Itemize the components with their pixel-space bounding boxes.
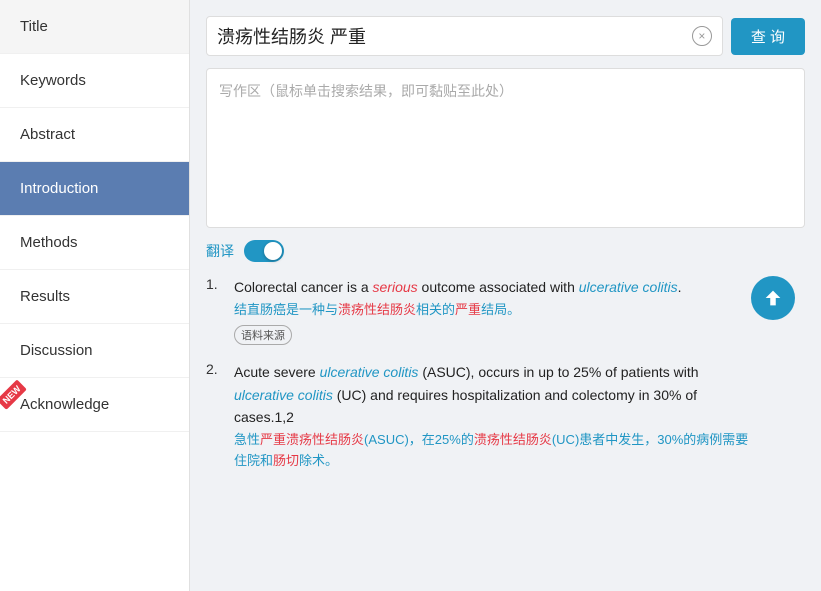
sidebar-item-acknowledge[interactable]: NEWAcknowledge <box>0 378 189 432</box>
sidebar-item-methods[interactable]: Methods <box>0 216 189 270</box>
search-bar: 溃疡性结肠炎 严重 × 查 询 <box>206 16 805 56</box>
italic-blue-text: ulcerative colitis <box>320 364 419 380</box>
sidebar-item-label: Acknowledge <box>20 396 109 413</box>
italic-blue-text: ulcerative colitis <box>579 279 678 295</box>
writing-placeholder: 写作区（鼠标单击搜索结果，即可黏贴至此处） <box>219 83 513 99</box>
sidebar: Title Keywords Abstract Introduction Methods… <box>0 0 190 591</box>
results-list: 1. Colorectal cancer is a serious outcom… <box>206 276 805 472</box>
translate-label: 翻译 <box>206 241 234 261</box>
zh-highlight4: 溃疡性结肠炎 <box>474 432 552 447</box>
zh-highlight5: 肠切 <box>273 453 299 468</box>
search-button[interactable]: 查 询 <box>731 18 805 55</box>
result-num: 2. <box>206 361 218 377</box>
source-tag[interactable]: 语料来源 <box>234 321 805 345</box>
sidebar-item-discussion[interactable]: Discussion <box>0 324 189 378</box>
sidebar-item-label: Keywords <box>20 72 86 89</box>
result-item: 2. Acute severe ulcerative colitis (ASUC… <box>206 361 805 472</box>
result-en-text: Acute severe ulcerative colitis (ASUC), … <box>234 361 755 428</box>
result-zh-text: 急性严重溃疡性结肠炎(ASUC)，在25%的溃疡性结肠炎(UC)患者中发生，30… <box>234 430 755 472</box>
translate-row: 翻译 <box>206 240 805 262</box>
sidebar-item-title[interactable]: Title <box>0 0 189 54</box>
up-arrow-button[interactable] <box>751 276 795 320</box>
sidebar-item-keywords[interactable]: Keywords <box>0 54 189 108</box>
italic-red-text: serious <box>373 279 418 295</box>
search-clear-button[interactable]: × <box>692 26 712 46</box>
sidebar-item-label: Introduction <box>20 180 98 197</box>
sidebar-item-results[interactable]: Results <box>0 270 189 324</box>
sidebar-item-label: Abstract <box>20 126 75 143</box>
zh-highlight3: 严重溃疡性结肠炎 <box>260 432 364 447</box>
search-input-wrapper: 溃疡性结肠炎 严重 × <box>206 16 723 56</box>
sidebar-item-label: Discussion <box>20 342 93 359</box>
italic-blue-text2: ulcerative colitis <box>234 387 333 403</box>
sidebar-item-abstract[interactable]: Abstract <box>0 108 189 162</box>
result-item: 1. Colorectal cancer is a serious outcom… <box>206 276 805 345</box>
sidebar-item-label: Methods <box>20 234 78 251</box>
sidebar-item-label: Title <box>20 18 48 35</box>
result-num: 1. <box>206 276 218 292</box>
result-zh-text: 结直肠癌是一种与溃疡性结肠炎相关的严重结局。 <box>234 300 805 321</box>
translate-toggle[interactable] <box>244 240 284 262</box>
main-content: 溃疡性结肠炎 严重 × 查 询 写作区（鼠标单击搜索结果，即可黏贴至此处） 翻译… <box>190 0 821 591</box>
source-tag-label: 语料来源 <box>234 325 292 345</box>
sidebar-item-label: Results <box>20 288 70 305</box>
search-query: 溃疡性结肠炎 严重 <box>217 23 692 49</box>
zh-highlight: 溃疡性结肠炎 <box>338 302 416 317</box>
toggle-knob <box>264 242 282 260</box>
arrow-up-icon <box>762 287 784 309</box>
zh-highlight2: 严重 <box>455 302 481 317</box>
result-en-text: Colorectal cancer is a serious outcome a… <box>234 276 805 298</box>
sidebar-item-introduction[interactable]: Introduction <box>0 162 189 216</box>
writing-area[interactable]: 写作区（鼠标单击搜索结果，即可黏贴至此处） <box>206 68 805 228</box>
